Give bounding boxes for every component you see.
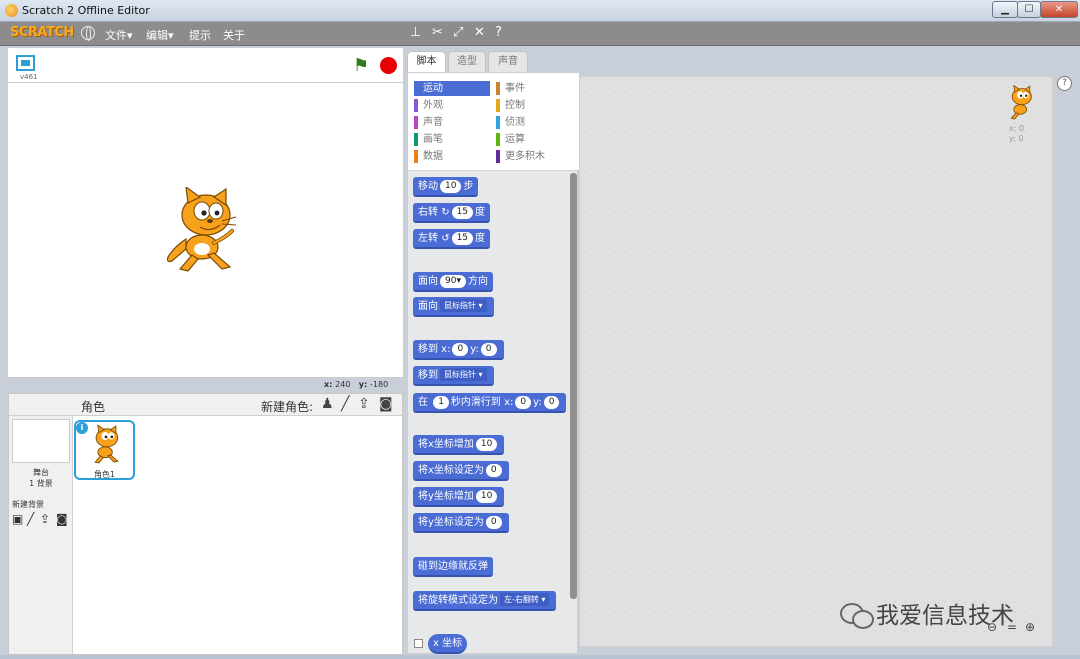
version-label: v461: [20, 73, 38, 81]
turn-left-icon: ↺: [441, 233, 450, 244]
category-operators[interactable]: 运算: [496, 132, 572, 147]
block-help-icon[interactable]: ?: [495, 25, 502, 40]
block-turn-left[interactable]: 左转 ↺ 15 度: [413, 229, 491, 249]
tab-costumes[interactable]: 造型: [448, 51, 486, 72]
new-backdrop-label: 新建背景: [12, 500, 44, 509]
category-control[interactable]: 控制: [496, 98, 572, 113]
block-point-towards[interactable]: 面向 鼠标指针 ▾: [413, 297, 494, 317]
category-sensing[interactable]: 侦测: [496, 115, 572, 130]
window-title: Scratch 2 Offline Editor: [22, 4, 150, 17]
grow-icon[interactable]: ⤢: [453, 25, 463, 40]
minimize-button[interactable]: ▁: [992, 1, 1018, 18]
maximize-button[interactable]: ☐: [1017, 1, 1041, 18]
app-icon: [5, 4, 18, 17]
sprite-x-readout: x: 0: [1009, 124, 1025, 133]
shrink-icon[interactable]: ✕: [474, 25, 485, 40]
block-x-position[interactable]: x 坐标: [428, 634, 468, 654]
block-bounce[interactable]: 碰到边缘就反弹: [413, 557, 493, 577]
block-set-rotation-style[interactable]: 将旋转模式设定为 左-右翻转 ▾: [413, 591, 557, 611]
category-sound[interactable]: 声音: [414, 115, 490, 130]
mouse-y-value: -180: [370, 380, 389, 389]
category-data[interactable]: 数据: [414, 149, 490, 164]
block-turn-right[interactable]: 右转 ↻ 15 度: [413, 203, 491, 223]
zoom-in-icon[interactable]: ⊕: [1025, 620, 1035, 634]
block-move-steps[interactable]: 移动 10 步: [413, 177, 479, 197]
palette-scrollbar[interactable]: [570, 173, 577, 599]
stage-coordinates: x: 240 y: -180: [324, 380, 388, 389]
close-button[interactable]: ✕: [1040, 1, 1078, 18]
sprite-name: 角色1: [93, 470, 116, 479]
cat-sprite-icon[interactable]: [164, 187, 244, 275]
stage-column: 舞台 1 背景 新建背景 ▣ ╱ ⇪ ◙: [9, 416, 73, 654]
stage-header: v461 ⚑: [8, 48, 403, 82]
menu-about[interactable]: 关于: [223, 27, 245, 43]
tab-scripts[interactable]: 脚本: [407, 51, 446, 73]
window-bottom-border: [0, 655, 1080, 659]
sprite-thumbnail[interactable]: i 角色1: [74, 420, 135, 480]
block-go-to-xy[interactable]: 移到 x: 0 y: 0: [413, 340, 504, 360]
backdrop-library-icon[interactable]: ▣: [12, 512, 23, 526]
category-list: 运动 事件 外观 控制 声音 侦测 画笔 运算 数据 更多积木: [408, 73, 579, 171]
category-more-blocks[interactable]: 更多积木: [496, 149, 572, 164]
current-sprite-icon: [1010, 85, 1032, 120]
block-set-y[interactable]: 将y坐标设定为 0: [413, 513, 509, 533]
paint-backdrop-icon[interactable]: ╱: [27, 512, 34, 526]
language-globe-icon[interactable]: [81, 26, 95, 41]
menu-tips[interactable]: 提示: [189, 27, 211, 43]
new-sprite-label: 新建角色:: [261, 400, 314, 414]
block-change-y[interactable]: 将y坐标增加 10: [413, 487, 505, 507]
paint-new-sprite-icon[interactable]: ╱: [341, 396, 349, 412]
wechat-logo-icon: [840, 601, 876, 629]
sprite-header: 角色 新建角色: ♟ ╱ ⇪ ◙: [9, 394, 402, 416]
block-glide[interactable]: 在 1 秒内滑行到 x: 0 y: 0: [413, 393, 567, 413]
mouse-y-label: y:: [358, 380, 368, 389]
upload-sprite-icon[interactable]: ⇪: [358, 396, 370, 412]
stage-label: 舞台: [33, 468, 49, 477]
block-set-x[interactable]: 将x坐标设定为 0: [413, 461, 509, 481]
block-point-in-direction[interactable]: 面向 90▾ 方向: [413, 272, 493, 292]
block-change-x[interactable]: 将x坐标增加 10: [413, 435, 505, 455]
sprite-y-readout: y: 0: [1009, 134, 1024, 143]
tab-sounds[interactable]: 声音: [488, 51, 528, 72]
duplicate-stamp-icon[interactable]: ⊥: [410, 25, 421, 40]
category-motion[interactable]: 运动: [414, 81, 490, 96]
category-pen[interactable]: 画笔: [414, 132, 490, 147]
stage-thumbnail[interactable]: [12, 419, 70, 463]
mouse-x-value: 240: [335, 380, 351, 389]
menu-edit[interactable]: 编辑▾: [146, 27, 174, 43]
upload-backdrop-icon[interactable]: ⇪: [40, 512, 50, 526]
window-titlebar: Scratch 2 Offline Editor ▁ ☐ ✕: [0, 0, 1080, 22]
fullscreen-icon[interactable]: [16, 55, 35, 71]
category-events[interactable]: 事件: [496, 81, 572, 96]
menubar: SCRATCH 文件▾ 编辑▾ 提示 关于 ⊥ ✂ ⤢ ✕ ?: [0, 22, 1080, 46]
cat-thumbnail-icon: [94, 424, 119, 464]
help-icon[interactable]: ?: [1057, 76, 1072, 91]
sprites-title: 角色: [81, 400, 106, 414]
green-flag-icon[interactable]: ⚑: [353, 55, 369, 76]
turn-right-icon: ↻: [441, 207, 450, 218]
zoom-reset-icon[interactable]: =: [1007, 620, 1017, 634]
script-area[interactable]: x: 0 y: 0: [579, 76, 1053, 647]
menu-file[interactable]: 文件▾: [105, 27, 133, 43]
camera-backdrop-icon[interactable]: ◙: [56, 512, 68, 526]
choose-sprite-library-icon[interactable]: ♟: [321, 396, 334, 412]
zoom-out-icon[interactable]: ⊖: [987, 620, 997, 634]
stop-sign-icon[interactable]: [380, 57, 397, 74]
x-position-checkbox[interactable]: [414, 639, 423, 648]
info-icon[interactable]: i: [76, 422, 88, 434]
block-go-to[interactable]: 移到 鼠标指针 ▾: [413, 366, 494, 386]
delete-scissors-icon[interactable]: ✂: [432, 25, 443, 40]
block-palette: 运动 事件 外观 控制 声音 侦测 画笔 运算 数据 更多积木 移动 10 步 右转…: [407, 72, 579, 654]
camera-sprite-icon[interactable]: ◙: [379, 396, 393, 412]
sprite-pane: 角色 新建角色: ♟ ╱ ⇪ ◙ 舞台 1 背景 新建背景 ▣ ╱ ⇪ ◙ i …: [8, 393, 403, 655]
scratch-logo[interactable]: SCRATCH: [10, 25, 74, 40]
mouse-x-label: x:: [324, 380, 333, 389]
category-looks[interactable]: 外观: [414, 98, 490, 113]
stage-backdrop-count: 1 背景: [29, 479, 53, 488]
stage-canvas[interactable]: [8, 82, 403, 378]
